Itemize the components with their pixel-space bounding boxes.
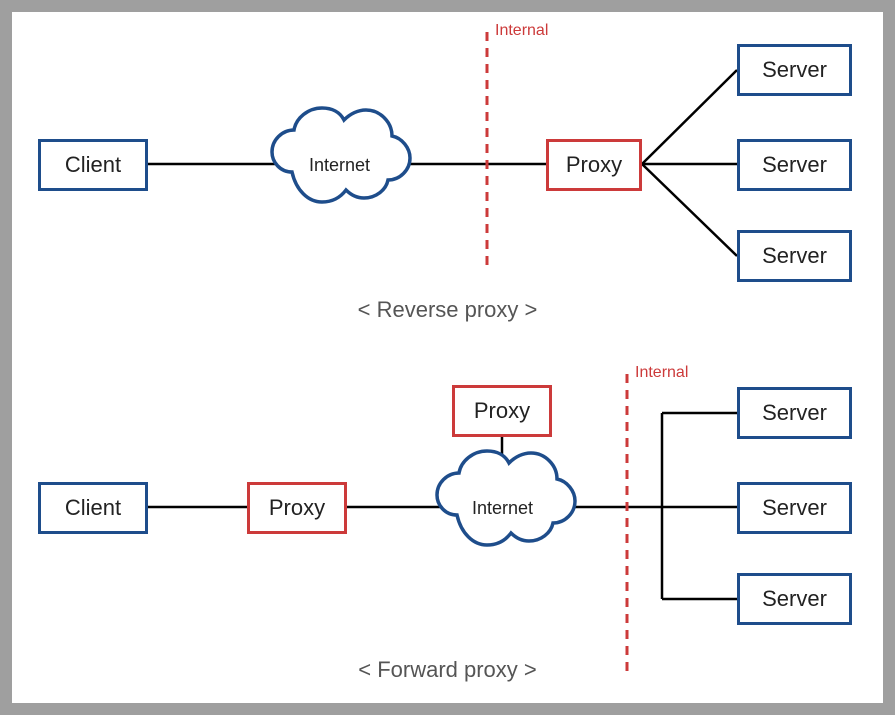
internal-label-top: Internal [495,22,548,40]
server-label: Server [762,57,827,83]
client-label: Client [65,152,121,178]
client-box: Client [38,482,148,534]
server-box: Server [737,387,852,439]
server-label: Server [762,400,827,426]
diagram-page: Client Internet Internal Proxy Server Se… [12,12,883,703]
server-label: Server [762,586,827,612]
internal-label-bottom: Internal [635,364,688,382]
internet-label: Internet [309,155,370,176]
client-label: Client [65,495,121,521]
proxy-label: Proxy [566,152,622,178]
proxy-label: Proxy [474,398,530,424]
forward-proxy-caption: < Forward proxy > [12,657,883,683]
proxy-box: Proxy [546,139,642,191]
server-box: Server [737,573,852,625]
reverse-proxy-caption: < Reverse proxy > [12,297,883,323]
server-box: Server [737,44,852,96]
server-label: Server [762,495,827,521]
client-box: Client [38,139,148,191]
server-box: Server [737,482,852,534]
server-box: Server [737,139,852,191]
proxy-box: Proxy [247,482,347,534]
proxy-label: Proxy [269,495,325,521]
proxy-box: Proxy [452,385,552,437]
internet-label: Internet [472,498,533,519]
server-label: Server [762,243,827,269]
server-box: Server [737,230,852,282]
server-label: Server [762,152,827,178]
